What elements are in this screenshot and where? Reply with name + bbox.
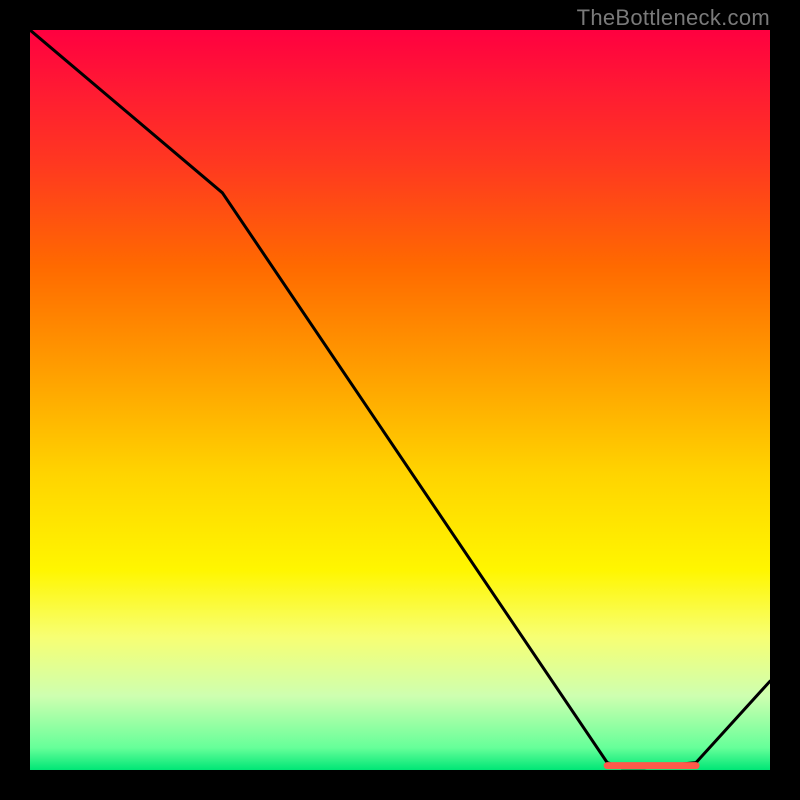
curve-line [30, 30, 770, 768]
plot-area [30, 30, 770, 770]
chart-frame: TheBottleneck.com [0, 0, 800, 800]
attribution-text: TheBottleneck.com [577, 5, 770, 31]
chart-svg [30, 30, 770, 770]
